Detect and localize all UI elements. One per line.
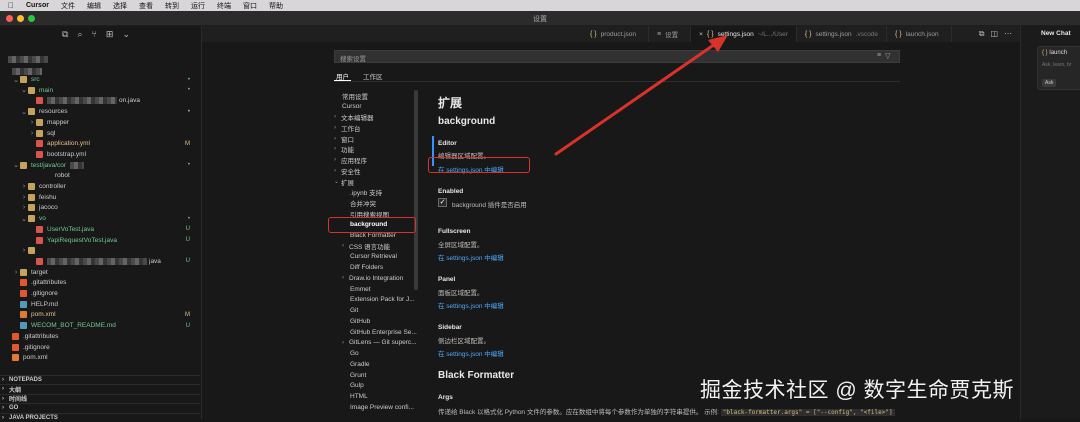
watermark-text: 掘金技术社区 @ 数字生命贾克斯 — [700, 379, 1014, 402]
annotation-arrow — [554, 35, 728, 156]
